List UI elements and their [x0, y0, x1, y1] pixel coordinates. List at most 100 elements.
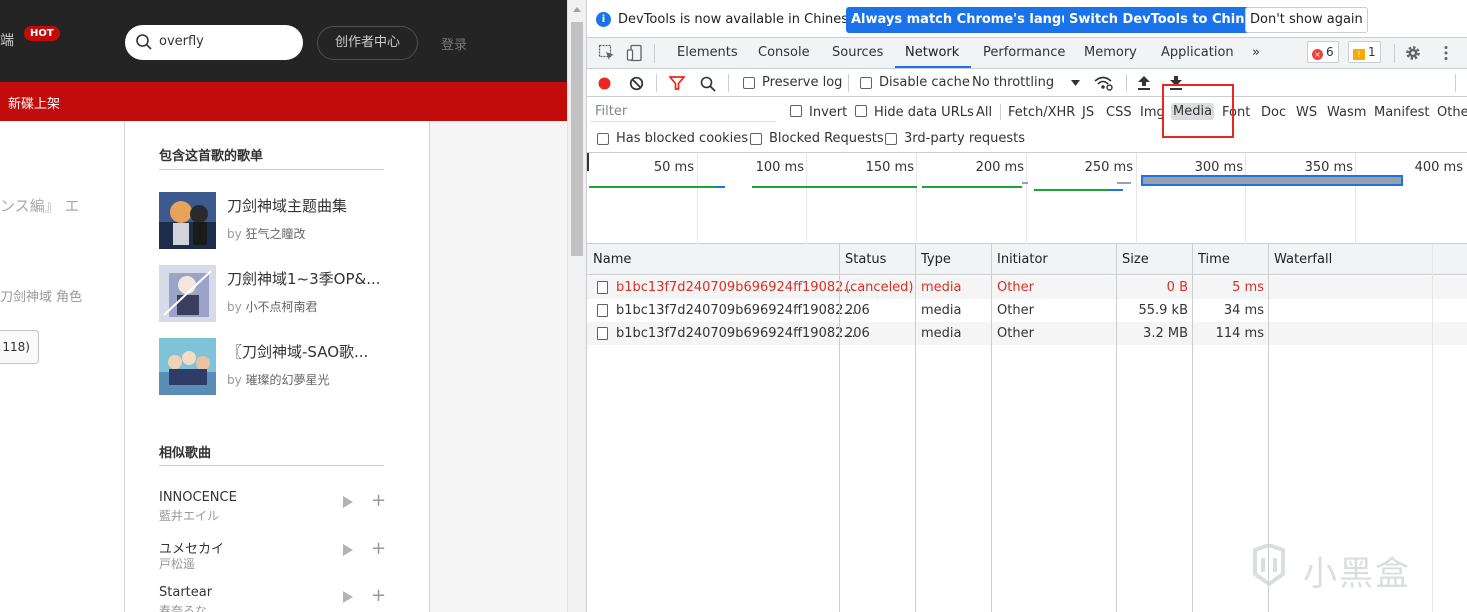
playlist-item[interactable]: 〖刀剑神域-SAO歌... by 璀璨的幻夢星光 — [159, 338, 389, 396]
clear-icon[interactable] — [629, 76, 644, 91]
hide-data-urls-checkbox[interactable] — [855, 105, 867, 117]
warning-count-badge[interactable]: ! 1 — [1348, 41, 1381, 63]
tab-application[interactable]: Application — [1161, 45, 1234, 60]
creator-center-button[interactable]: 创作者中心 — [317, 26, 418, 60]
filter-type-wasm[interactable]: Wasm — [1327, 105, 1366, 120]
kebab-menu-icon[interactable] — [1437, 44, 1455, 62]
preserve-log-label[interactable]: Preserve log — [762, 75, 842, 90]
filter-type-other[interactable]: Other — [1437, 105, 1467, 120]
client-link[interactable]: 端 — [0, 30, 14, 50]
playlist-author[interactable]: 狂气之瞳改 — [246, 227, 306, 241]
playlist-title[interactable]: 刀剑神域主题曲集 — [227, 195, 389, 216]
column-divider[interactable] — [991, 244, 992, 612]
scroll-thumb[interactable] — [571, 22, 583, 256]
filter-type-css[interactable]: CSS — [1106, 105, 1132, 120]
throttling-select[interactable]: No throttling — [972, 75, 1054, 90]
chevron-down-icon[interactable] — [1071, 80, 1080, 86]
network-conditions-icon[interactable] — [1094, 75, 1113, 91]
third-party-label[interactable]: 3rd-party requests — [904, 131, 1025, 146]
request-name[interactable]: b1bc13f7d240709b696924ff19082... — [616, 280, 856, 295]
add-icon[interactable]: + — [371, 585, 386, 607]
has-blocked-cookies-checkbox[interactable] — [597, 133, 609, 145]
tab-sources[interactable]: Sources — [832, 45, 883, 60]
column-header-type[interactable]: Type — [921, 252, 951, 267]
scroll-up-arrow[interactable] — [573, 7, 581, 12]
request-name[interactable]: b1bc13f7d240709b696924ff19082... — [616, 303, 856, 318]
settings-gear-icon[interactable] — [1404, 44, 1422, 62]
similar-song-item[interactable]: Startear 春奈るな + — [159, 585, 389, 612]
dont-show-again-button[interactable]: Don't show again — [1245, 7, 1368, 33]
play-icon[interactable] — [343, 591, 353, 603]
page-scrollbar[interactable] — [567, 0, 586, 612]
playlist-cover[interactable] — [159, 338, 216, 395]
similar-song-item[interactable]: INNOCENCE 藍井エイル + — [159, 490, 389, 530]
blocked-requests-checkbox[interactable] — [750, 133, 762, 145]
playlist-item[interactable]: 刀劍神域1~3季OP&... by 小不点柯南君 — [159, 265, 389, 323]
search-icon[interactable] — [700, 76, 716, 92]
table-row[interactable]: b1bc13f7d240709b696924ff19082... 206 med… — [587, 322, 1467, 345]
play-icon[interactable] — [343, 544, 353, 556]
song-artist[interactable]: 藍井エイル — [159, 507, 219, 524]
nav-new-albums[interactable]: 新碟上架 — [8, 93, 60, 112]
error-count-badge[interactable]: × 6 — [1307, 41, 1339, 63]
table-row[interactable]: b1bc13f7d240709b696924ff19082... 206 med… — [587, 299, 1467, 322]
song-title[interactable]: INNOCENCE — [159, 490, 237, 505]
column-header-time[interactable]: Time — [1198, 252, 1230, 267]
add-icon[interactable]: + — [371, 490, 386, 512]
playlist-cover[interactable] — [159, 192, 216, 249]
column-header-waterfall[interactable]: Waterfall — [1274, 252, 1332, 267]
login-link[interactable]: 登录 — [441, 34, 467, 53]
hide-data-urls-label[interactable]: Hide data URLs — [874, 105, 974, 120]
tab-performance[interactable]: Performance — [983, 45, 1065, 60]
request-name[interactable]: b1bc13f7d240709b696924ff19082... — [616, 326, 856, 341]
filter-type-ws[interactable]: WS — [1296, 105, 1317, 120]
playlist-author[interactable]: 璀璨的幻夢星光 — [246, 373, 330, 387]
filter-input[interactable]: Filter — [590, 101, 776, 122]
invert-checkbox[interactable] — [790, 105, 802, 117]
playlist-title[interactable]: 〖刀剑神域-SAO歌... — [227, 341, 389, 362]
invert-label[interactable]: Invert — [809, 105, 847, 120]
column-divider[interactable] — [1116, 244, 1117, 612]
inspect-element-icon[interactable] — [598, 44, 616, 62]
add-icon[interactable]: + — [371, 538, 386, 560]
third-party-checkbox[interactable] — [885, 133, 897, 145]
play-icon[interactable] — [343, 496, 353, 508]
disable-cache-label[interactable]: Disable cache — [879, 75, 970, 90]
column-divider[interactable] — [1192, 244, 1193, 612]
preserve-log-checkbox[interactable] — [743, 77, 755, 89]
playlist-item[interactable]: 刀剑神域主题曲集 by 狂气之瞳改 — [159, 192, 389, 250]
tab-network[interactable]: Network — [905, 45, 959, 60]
tab-console[interactable]: Console — [758, 45, 810, 60]
playlist-author[interactable]: 小不点柯南君 — [246, 300, 318, 314]
switch-to-chinese-button[interactable]: Switch DevTools to Chinese — [1064, 7, 1275, 33]
filter-type-js[interactable]: JS — [1082, 105, 1094, 120]
similar-song-item[interactable]: ユメセカイ 戸松遥 + — [159, 538, 389, 578]
column-header-status[interactable]: Status — [845, 252, 886, 267]
table-row[interactable]: b1bc13f7d240709b696924ff19082... (cancel… — [587, 276, 1467, 299]
song-artist[interactable]: 春奈るな — [159, 602, 207, 612]
search-input[interactable]: overfly — [159, 34, 204, 49]
record-icon[interactable] — [597, 76, 612, 91]
comment-count-button[interactable]: 118) — [0, 330, 39, 364]
filter-type-all[interactable]: All — [976, 105, 992, 120]
song-title[interactable]: Startear — [159, 585, 212, 600]
filter-type-doc[interactable]: Doc — [1261, 105, 1286, 120]
filter-type-manifest[interactable]: Manifest — [1374, 105, 1429, 120]
column-header-name[interactable]: Name — [593, 252, 631, 267]
song-artist[interactable]: 戸松遥 — [159, 555, 195, 572]
filter-icon[interactable] — [669, 76, 685, 91]
has-blocked-cookies-label[interactable]: Has blocked cookies — [616, 131, 748, 146]
playlist-title[interactable]: 刀劍神域1~3季OP&... — [227, 268, 389, 289]
column-divider[interactable] — [915, 244, 916, 612]
blocked-requests-label[interactable]: Blocked Requests — [769, 131, 884, 146]
column-divider[interactable] — [839, 244, 840, 612]
column-header-size[interactable]: Size — [1122, 252, 1149, 267]
tab-memory[interactable]: Memory — [1084, 45, 1137, 60]
filter-type-fetch-xhr[interactable]: Fetch/XHR — [1008, 105, 1075, 120]
search-box[interactable]: overfly — [125, 25, 303, 60]
network-overview[interactable]: 50 ms 100 ms 150 ms 200 ms 250 ms 300 ms… — [587, 153, 1467, 244]
column-header-initiator[interactable]: Initiator — [997, 252, 1048, 267]
playlist-cover[interactable] — [159, 265, 216, 322]
tab-elements[interactable]: Elements — [677, 45, 738, 60]
more-tabs-button[interactable]: » — [1252, 45, 1260, 60]
